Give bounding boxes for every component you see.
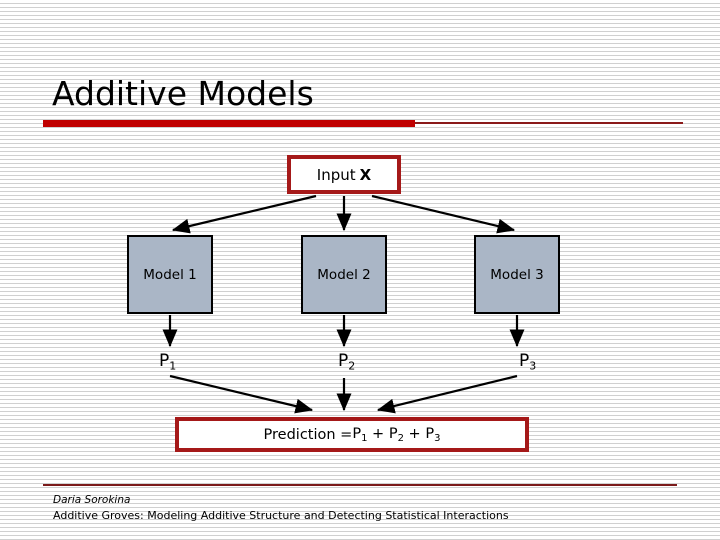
prediction-term-2-base: P bbox=[338, 351, 349, 371]
input-node-label: Input bbox=[316, 165, 356, 184]
model-node-2: Model 2 bbox=[301, 235, 387, 314]
page-title: Additive Models bbox=[52, 74, 314, 113]
prediction-term-2: P2 bbox=[338, 351, 355, 372]
footer-divider bbox=[43, 484, 677, 486]
prediction-result-prefix: Prediction = bbox=[263, 426, 353, 443]
arrow-input-to-model-3 bbox=[371, 194, 516, 234]
footer-author: Daria Sorokina bbox=[53, 494, 131, 506]
prediction-term-3-base: P bbox=[519, 351, 530, 371]
model-node-2-label: Model 2 bbox=[317, 266, 371, 283]
prediction-term-3-sub: 3 bbox=[529, 359, 537, 373]
title-accent-line bbox=[415, 122, 683, 124]
prediction-result-terms: P1 + P2 + P3 bbox=[352, 425, 441, 444]
title-accent-bar bbox=[43, 120, 415, 127]
result-term-3-base: P bbox=[425, 425, 435, 442]
result-term-1-base: P bbox=[352, 425, 362, 442]
result-term-1-sub: 1 bbox=[361, 432, 368, 444]
model-node-3-label: Model 3 bbox=[490, 266, 544, 283]
prediction-result-node: Prediction = P1 + P2 + P3 bbox=[175, 417, 529, 452]
prediction-term-2-sub: 2 bbox=[348, 359, 356, 373]
prediction-term-1-base: P bbox=[159, 351, 170, 371]
footer-subtitle: Additive Groves: Modeling Additive Struc… bbox=[53, 509, 509, 522]
prediction-term-3: P3 bbox=[519, 351, 536, 372]
model-node-1: Model 1 bbox=[127, 235, 213, 314]
result-term-3-sub: 3 bbox=[434, 432, 441, 444]
result-term-2-sub: 2 bbox=[397, 432, 404, 444]
arrow-p3-to-prediction bbox=[376, 374, 518, 414]
prediction-term-1: P1 bbox=[159, 351, 176, 372]
prediction-term-1-sub: 1 bbox=[169, 359, 177, 373]
model-node-3: Model 3 bbox=[474, 235, 560, 314]
input-node: Input X bbox=[287, 155, 401, 194]
slide-canvas: Additive Models Input X Model 1 Model 2 … bbox=[0, 0, 720, 540]
arrow-input-to-model-1 bbox=[171, 194, 317, 234]
input-node-variable: X bbox=[359, 165, 372, 184]
model-node-1-label: Model 1 bbox=[143, 266, 197, 283]
arrow-p1-to-prediction bbox=[169, 374, 314, 414]
result-term-2-base: P bbox=[388, 425, 398, 442]
